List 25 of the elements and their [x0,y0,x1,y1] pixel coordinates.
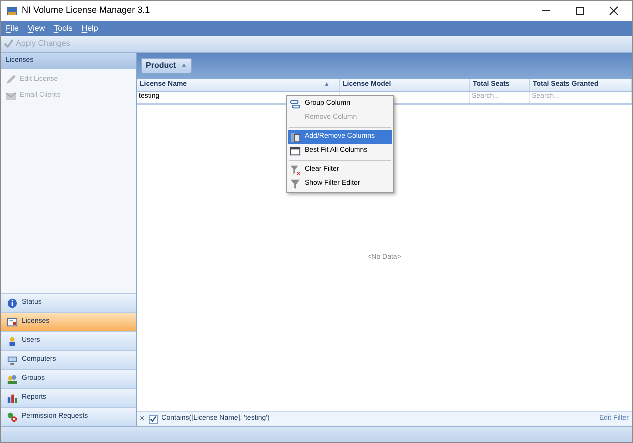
menu-item[interactable]: View [28,22,46,34]
check-icon [4,39,14,49]
menu-item[interactable]: Help [82,22,98,34]
menu-item[interactable]: Tools [54,22,73,34]
app-icon [6,5,18,17]
filter-checkbox[interactable] [148,414,158,424]
permission-icon [7,412,18,422]
fit-columns-icon [290,146,301,156]
envelope-icon [5,90,17,102]
license-icon [7,316,18,328]
window-title: NI Volume License Manager 3.1 [22,4,150,18]
user-icon [7,336,18,346]
filter-icon [290,178,301,190]
computer-icon [7,354,18,366]
columns-icon [290,132,301,142]
menu-item[interactable]: File [6,22,19,34]
maximize-icon[interactable] [575,6,585,16]
info-icon [7,298,18,308]
bar-chart-icon [7,392,18,404]
pencil-icon [5,74,17,86]
group-icon [290,98,301,110]
close-icon[interactable] [609,6,619,16]
clear-filter-button[interactable]: × [140,413,145,425]
clear-filter-icon [290,164,301,176]
group-icon [7,374,18,384]
